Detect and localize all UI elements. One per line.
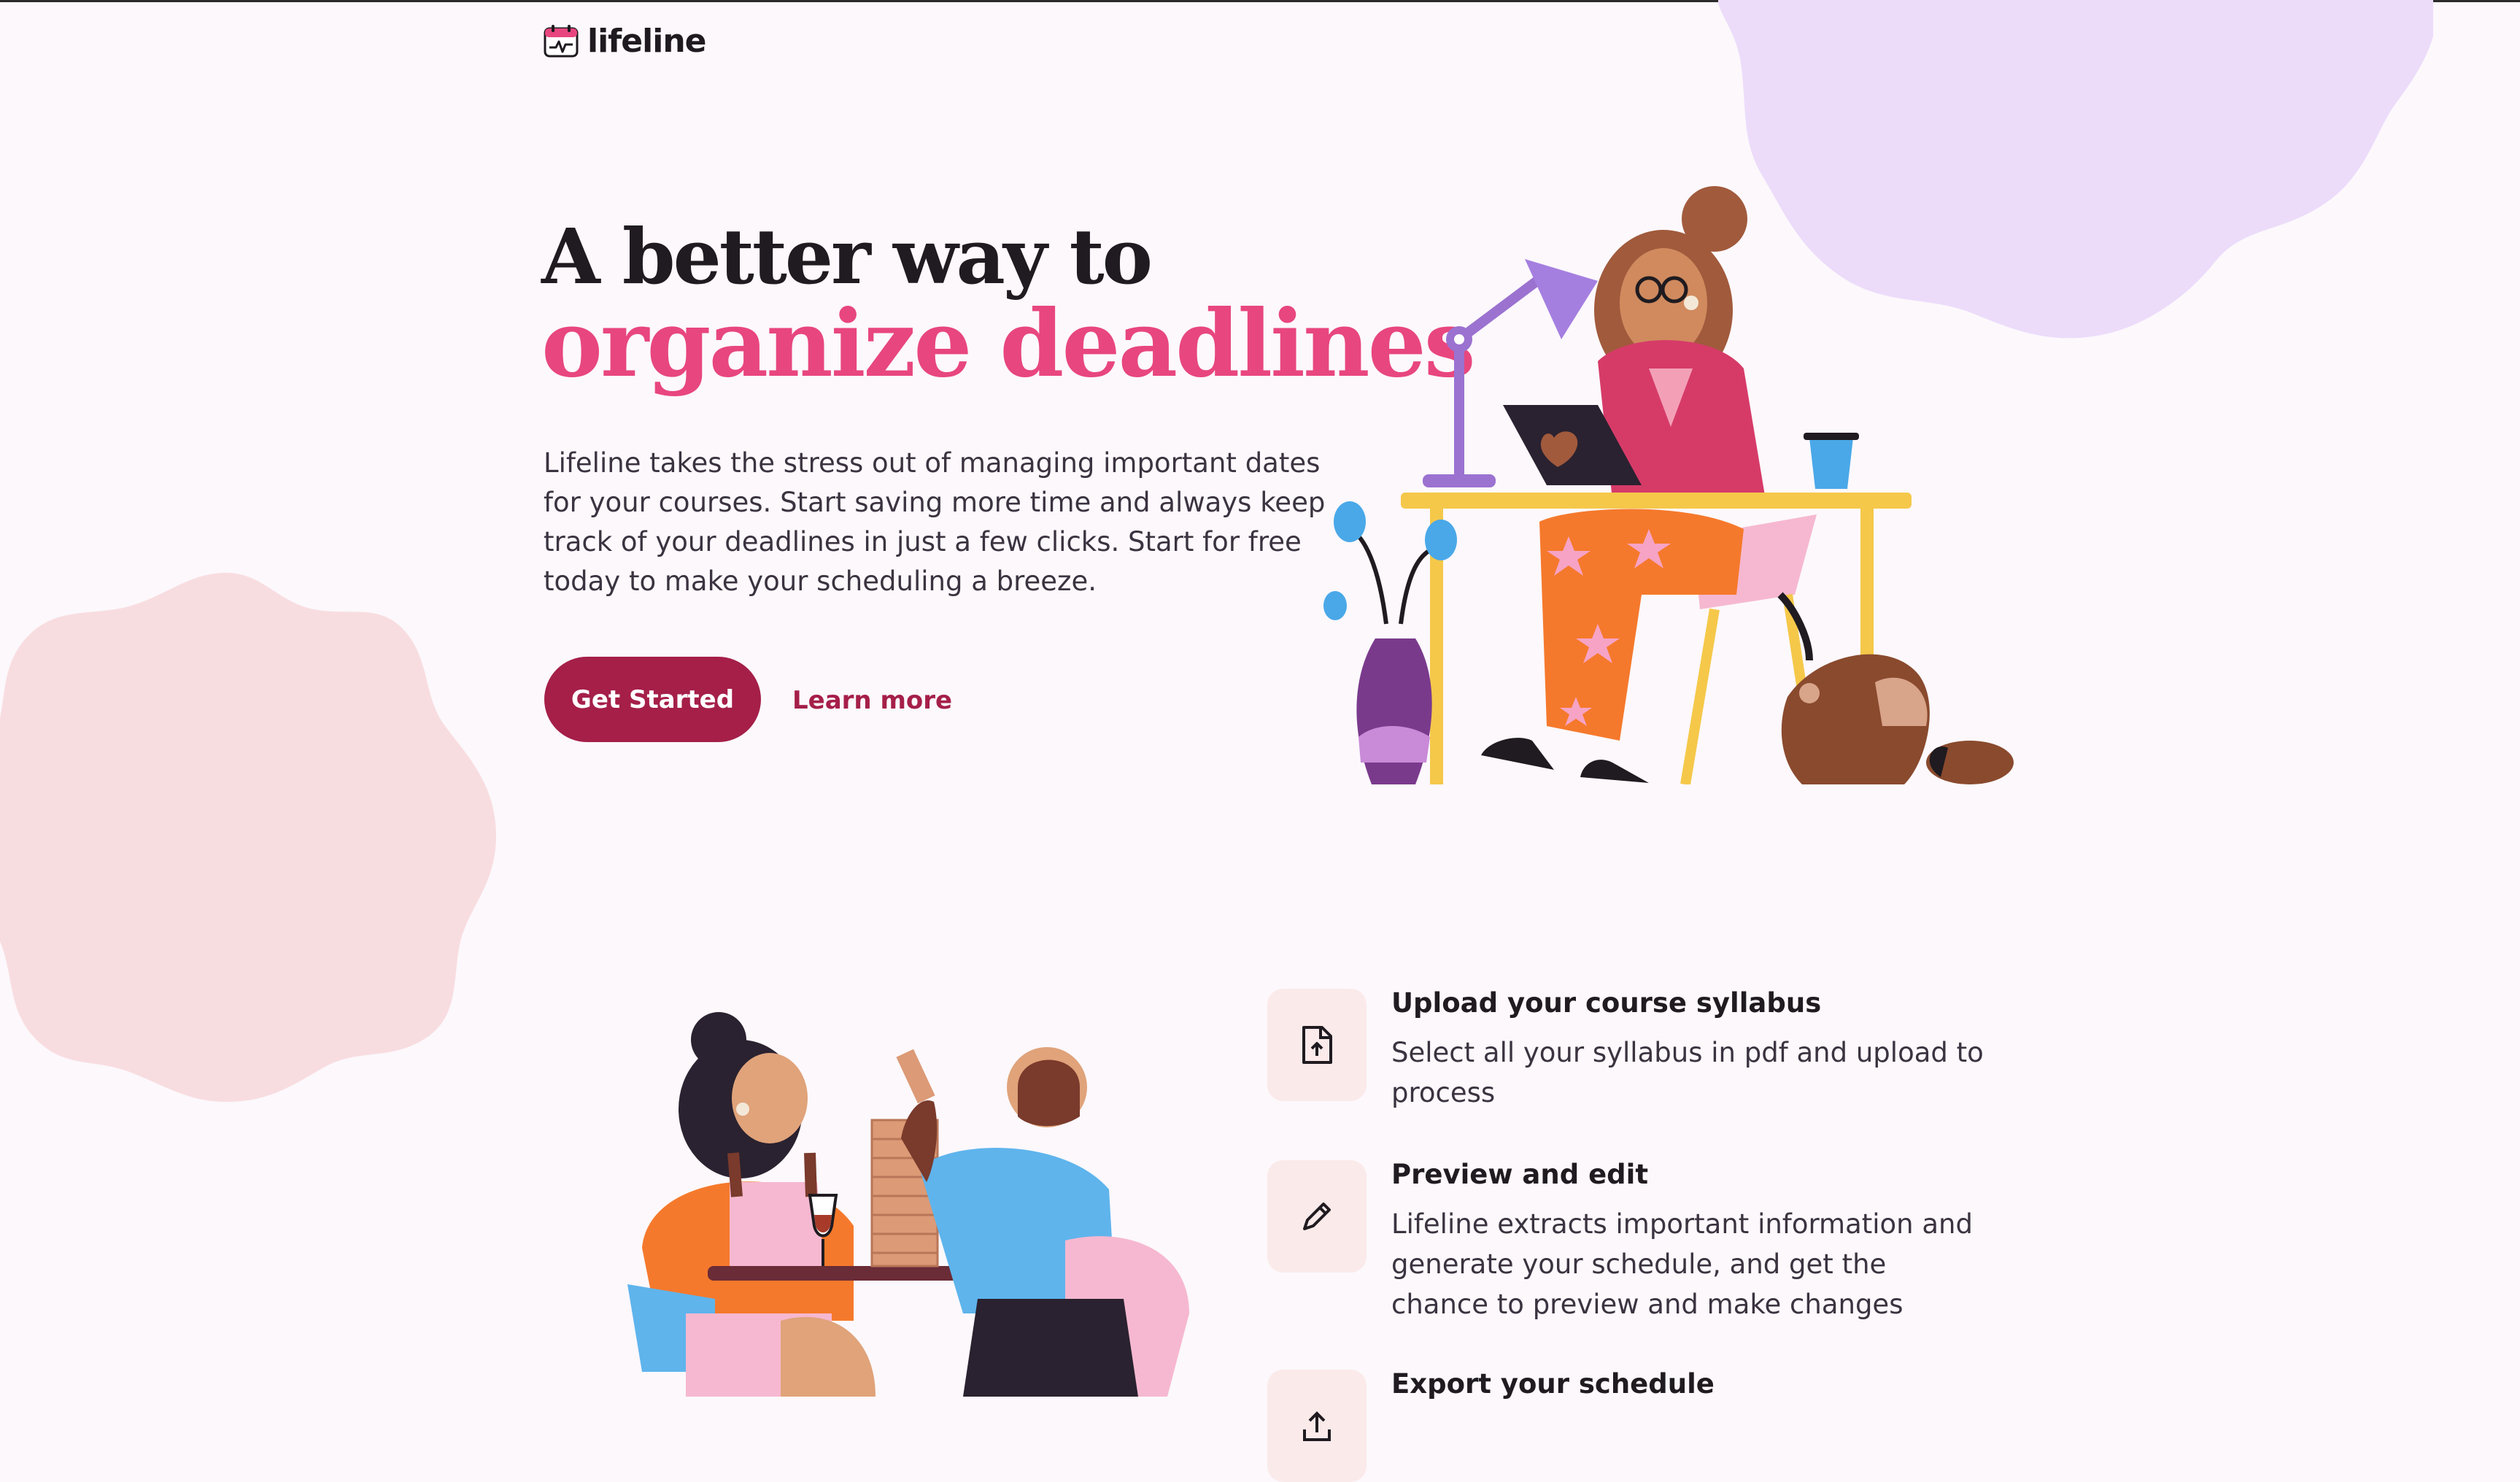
calendar-pulse-icon: [544, 25, 579, 58]
woman-at-desk-illustration: [1323, 186, 2014, 784]
get-started-button[interactable]: Get Started: [544, 657, 761, 742]
pencil-icon: [1303, 1203, 1331, 1230]
feature-item: Export your schedule: [1267, 1368, 1997, 1482]
decorative-pink-blob: [0, 573, 496, 1102]
feature-title: Upload your course syllabus: [1391, 987, 1822, 1019]
learn-more-link[interactable]: Learn more: [792, 686, 952, 715]
feature-icon-box: [1267, 989, 1367, 1101]
brand-logo[interactable]: lifeline: [544, 20, 706, 61]
file-upload-icon: [1302, 1026, 1332, 1064]
feature-description: Select all your syllabus in pdf and uplo…: [1391, 1037, 1984, 1108]
feature-icon-box: [1267, 1370, 1367, 1482]
brand-name: lifeline: [587, 22, 706, 60]
feature-item: Preview and edit Lifeline extracts impor…: [1267, 1159, 1997, 1335]
feature-title: Preview and edit: [1391, 1159, 1649, 1190]
hero-description: Lifeline takes the stress out of managin…: [544, 447, 1326, 597]
export-icon: [1303, 1411, 1331, 1441]
feature-title: Export your schedule: [1391, 1368, 1715, 1400]
feature-description: Lifeline extracts important information …: [1391, 1208, 1973, 1320]
feature-icon-box: [1267, 1160, 1367, 1273]
friends-playing-jenga-illustration: [627, 1012, 1189, 1397]
feature-item: Upload your course syllabus Select all y…: [1267, 987, 1997, 1135]
